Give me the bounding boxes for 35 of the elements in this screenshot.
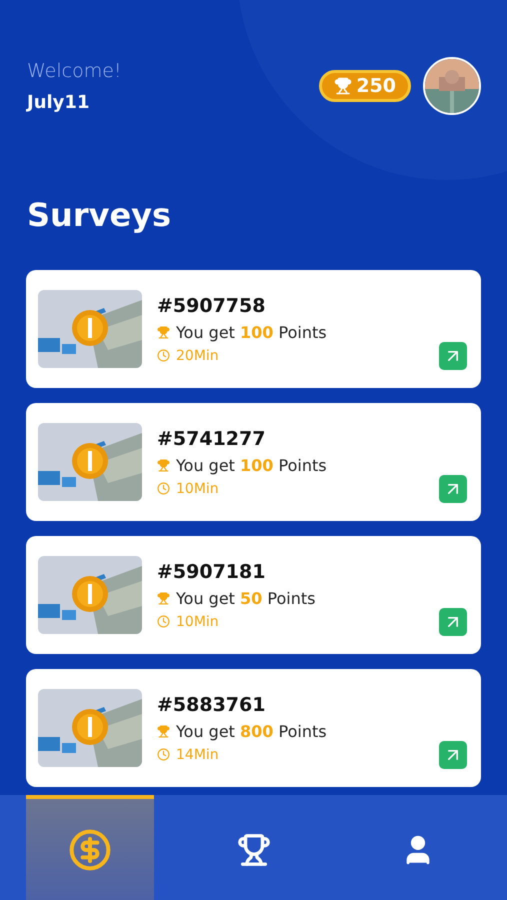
survey-id: #5907758 (157, 294, 266, 316)
survey-card[interactable]: #5741277 You get 100 Points 10Min (26, 403, 481, 521)
duration-text: 14Min (176, 746, 219, 762)
survey-card[interactable]: #5883761 You get 800 Points 14Min (26, 669, 481, 787)
clock-icon (157, 349, 170, 362)
reward-text: You get 100 Points (176, 456, 327, 474)
points-badge: 250 (319, 70, 411, 102)
reward-text: You get 100 Points (176, 322, 327, 342)
nav-tab[interactable] (26, 795, 154, 900)
survey-card[interactable]: #5907181 You get 50 Points 10Min (26, 536, 481, 654)
open-button[interactable] (439, 342, 467, 370)
open-button[interactable] (439, 475, 467, 503)
clock-icon (157, 482, 170, 495)
survey-id: #5741277 (157, 428, 266, 450)
duration-text: 20Min (176, 348, 219, 364)
reward-text: You get 800 Points (176, 722, 327, 740)
survey-card[interactable]: #5907758 You get 100 Points 20Min (26, 270, 481, 388)
open-button[interactable] (439, 741, 467, 769)
trophy-icon (157, 458, 170, 472)
reward-text: You get 50 Points (176, 588, 316, 608)
username: July11 (27, 92, 90, 112)
welcome-text: Welcome! (27, 60, 122, 82)
trophy-icon (157, 724, 170, 738)
open-button[interactable] (439, 608, 467, 636)
duration-text: 10Min (176, 480, 219, 496)
duration-text: 10Min (176, 614, 219, 630)
dollar-coin-icon (68, 828, 112, 872)
page-title: Surveys (27, 196, 172, 234)
survey-id: #5883761 (157, 694, 266, 716)
clock-icon (157, 748, 170, 761)
survey-id: #5907181 (157, 560, 266, 582)
trophy-icon (157, 326, 170, 338)
trophy-icon (157, 592, 170, 604)
clock-icon (157, 615, 170, 628)
trophy-icon (237, 832, 271, 866)
